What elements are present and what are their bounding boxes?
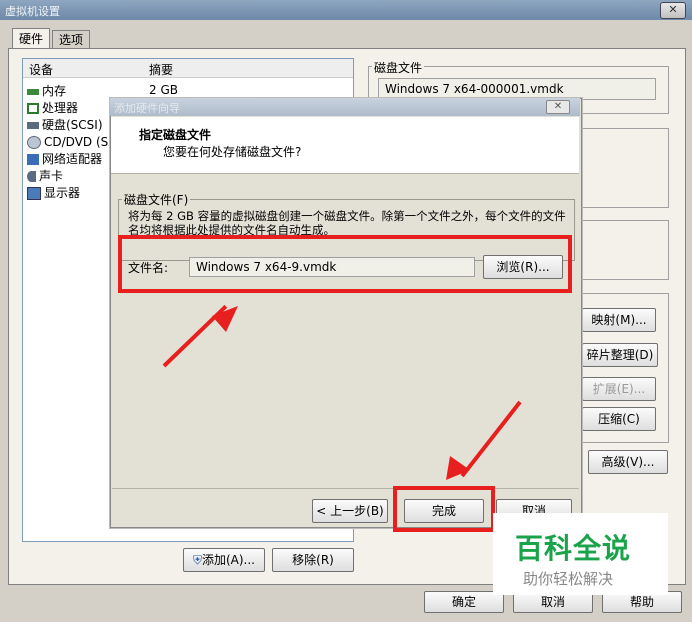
- memory-summary: 2 GB: [149, 83, 178, 97]
- device-item-memory[interactable]: 内存: [27, 83, 66, 99]
- add-device-button[interactable]: ⛨添加(A)...: [183, 548, 265, 572]
- device-label: 内存: [42, 84, 67, 98]
- device-label: 显示器: [44, 186, 81, 200]
- device-label: 处理器: [42, 101, 79, 115]
- wizard-title: 添加硬件向导: [114, 102, 180, 115]
- highlight-box-finish: [393, 486, 495, 532]
- device-label: 硬盘(SCSI): [42, 118, 103, 132]
- window-close-button[interactable]: ✕: [660, 2, 686, 19]
- ok-button[interactable]: 确定: [424, 591, 504, 613]
- add-device-label: 添加(A)...: [201, 553, 256, 567]
- watermark-title: 百科全说: [515, 532, 632, 565]
- annotation-arrowhead-2: [446, 456, 470, 480]
- watermark-subtitle: 助你轻松解决: [523, 570, 614, 588]
- disk-file-path: Windows 7 x64-000001.vmdk: [378, 78, 656, 100]
- wizard-close-button[interactable]: ✕: [546, 100, 570, 114]
- device-item-display[interactable]: 显示器: [27, 185, 80, 201]
- wizard-subheading: 您要在何处存储磁盘文件?: [163, 145, 302, 159]
- tab-hardware[interactable]: 硬件: [12, 28, 51, 49]
- highlight-box-filename: [118, 235, 572, 293]
- disk-info-group: [580, 220, 669, 280]
- defragment-button[interactable]: 碎片整理(D): [582, 343, 658, 367]
- window-title-bar: 虚拟机设置 ✕: [0, 0, 692, 20]
- device-label: 网络适配器: [42, 152, 103, 166]
- device-item-network[interactable]: 网络适配器: [27, 151, 102, 167]
- compact-button[interactable]: 压缩(C): [582, 407, 656, 431]
- device-list-header: 设备 摘要: [23, 59, 353, 78]
- network-adapter-icon: [27, 154, 39, 165]
- shield-icon: ⛨: [192, 553, 202, 567]
- device-item-hard-disk[interactable]: 硬盘(SCSI): [27, 117, 103, 133]
- device-label: 声卡: [39, 169, 64, 183]
- sound-card-icon: [27, 171, 36, 182]
- wizard-title-bar: 添加硬件向导 ✕: [110, 98, 580, 116]
- disk-file-fieldset-label: 磁盘文件(F): [122, 191, 191, 208]
- device-column-header: 设备: [29, 63, 54, 77]
- remove-device-button[interactable]: 移除(R): [272, 548, 354, 572]
- cd-dvd-icon: [27, 136, 41, 149]
- advanced-button[interactable]: 高级(V)...: [588, 450, 668, 474]
- hard-disk-icon: [27, 122, 39, 129]
- summary-column-header: 摘要: [149, 63, 174, 77]
- annotation-arrowhead-1: [212, 306, 238, 332]
- close-icon: ✕: [668, 3, 678, 16]
- wizard-heading: 指定磁盘文件: [139, 128, 212, 142]
- processor-icon: [27, 103, 39, 114]
- tab-options[interactable]: 选项: [52, 30, 91, 49]
- map-button[interactable]: 映射(M)...: [582, 308, 656, 332]
- close-icon: ✕: [553, 101, 563, 112]
- device-item-cd-dvd[interactable]: CD/DVD (SA: [27, 134, 117, 150]
- expand-button[interactable]: 扩展(E)...: [582, 377, 656, 401]
- back-button[interactable]: < 上一步(B): [312, 499, 388, 523]
- device-item-processor[interactable]: 处理器: [27, 100, 78, 116]
- capacity-group: [580, 128, 669, 208]
- memory-icon: [27, 88, 39, 95]
- wizard-footer-divider: [112, 488, 579, 489]
- wizard-header: 指定磁盘文件 您要在何处存储磁盘文件?: [111, 117, 579, 174]
- window-title: 虚拟机设置: [5, 5, 60, 18]
- disk-file-group-label: 磁盘文件: [372, 59, 425, 76]
- device-label: CD/DVD (SA: [44, 135, 117, 149]
- device-item-sound[interactable]: 声卡: [27, 168, 63, 184]
- watermark-logo: 百科全说 助你轻松解决: [493, 513, 668, 595]
- display-icon: [27, 187, 41, 200]
